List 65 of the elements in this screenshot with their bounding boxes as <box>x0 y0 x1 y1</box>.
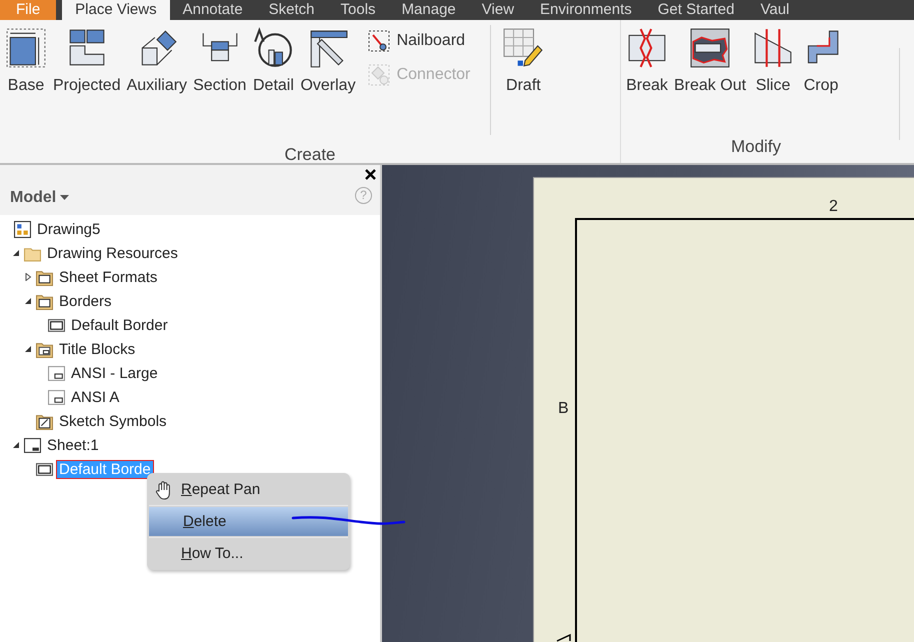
ribbon-button[interactable]: Slice <box>749 25 798 97</box>
model-dropdown[interactable]: Model <box>8 189 72 207</box>
tree-item[interactable]: Title Blocks <box>57 340 138 358</box>
titleblock-folder-icon <box>36 340 53 358</box>
border-icon <box>36 460 53 478</box>
menu-item[interactable]: Delete <box>149 507 348 536</box>
ribbon-button[interactable]: Detail <box>249 25 298 97</box>
sheet-icon <box>24 436 41 454</box>
zone-label: B <box>558 400 569 418</box>
corner-mark-icon <box>556 632 572 642</box>
symbol-folder-icon <box>36 412 53 430</box>
tree-item[interactable]: Drawing Resources <box>45 244 180 262</box>
ribbon-button[interactable]: Overlay <box>297 25 359 97</box>
tree-item[interactable]: Borders <box>57 292 114 310</box>
nailboard-view-icon <box>366 29 391 53</box>
ribbon-tab[interactable]: View <box>468 0 528 20</box>
ribbon-button[interactable]: Break Out <box>671 25 750 97</box>
detail-view-icon <box>252 27 294 69</box>
expand-arrow-icon[interactable] <box>24 273 32 281</box>
ribbon-tab[interactable]: Tools <box>328 0 389 20</box>
border-folder-icon <box>36 268 53 286</box>
titleblock-icon <box>48 364 65 382</box>
break-view-icon <box>626 27 668 69</box>
menu-item[interactable]: How To... <box>147 539 350 568</box>
break-out-view-icon <box>689 27 732 69</box>
ribbon-button[interactable]: Section <box>190 25 250 97</box>
caret-icon <box>60 195 70 201</box>
ribbon-tab[interactable]: Sketch <box>256 0 328 20</box>
ribbon-button[interactable]: Crop <box>797 25 846 97</box>
tree-item[interactable]: Drawing5 <box>35 220 102 238</box>
document-icon <box>14 220 31 238</box>
border-folder-icon <box>36 292 53 310</box>
zone-label: 2 <box>829 198 838 216</box>
connector-view-icon <box>366 63 391 87</box>
ribbon-button[interactable]: Auxiliary <box>124 25 190 97</box>
collapse-arrow-icon[interactable] <box>24 297 32 305</box>
ribbon-button[interactable]: Break <box>623 25 671 97</box>
close-icon[interactable] <box>365 169 376 180</box>
ribbon-button[interactable]: Base <box>2 25 50 97</box>
collapse-arrow-icon[interactable] <box>12 441 20 449</box>
ribbon-tab[interactable]: Environments <box>527 0 645 20</box>
tree-item[interactable]: Sheet Formats <box>57 268 160 286</box>
tree-item[interactable]: Sheet:1 <box>45 436 101 454</box>
border-icon <box>48 316 65 334</box>
menu-item[interactable]: Repeat Pan <box>147 475 350 504</box>
ribbon-tab[interactable]: Manage <box>388 0 469 20</box>
base-view-icon <box>5 27 47 69</box>
slice-view-icon <box>752 27 794 69</box>
ribbon-button[interactable]: Nailboard <box>362 27 474 55</box>
tree-item[interactable]: Sketch Symbols <box>57 412 169 430</box>
ribbon-tab[interactable]: Annotate <box>170 0 256 20</box>
ribbon-button[interactable]: Projected <box>50 25 124 97</box>
ribbon-tab[interactable]: Get Started <box>644 0 748 20</box>
draft-view-icon <box>502 27 544 69</box>
ribbon-tab[interactable]: Place Views <box>62 0 170 20</box>
tree-item[interactable]: ANSI - Large <box>69 364 160 382</box>
tree-item[interactable]: ANSI A <box>69 388 122 406</box>
titleblock-icon <box>48 388 65 406</box>
collapse-arrow-icon[interactable] <box>24 345 32 353</box>
ribbon-button[interactable]: Draft <box>499 25 548 97</box>
tree-item[interactable]: Default Border <box>69 316 170 334</box>
ribbon-tab[interactable]: Vaul <box>747 0 802 20</box>
group-label: Modify <box>730 137 782 158</box>
collapse-arrow-icon[interactable] <box>12 249 20 257</box>
group-label: Create <box>283 145 337 165</box>
